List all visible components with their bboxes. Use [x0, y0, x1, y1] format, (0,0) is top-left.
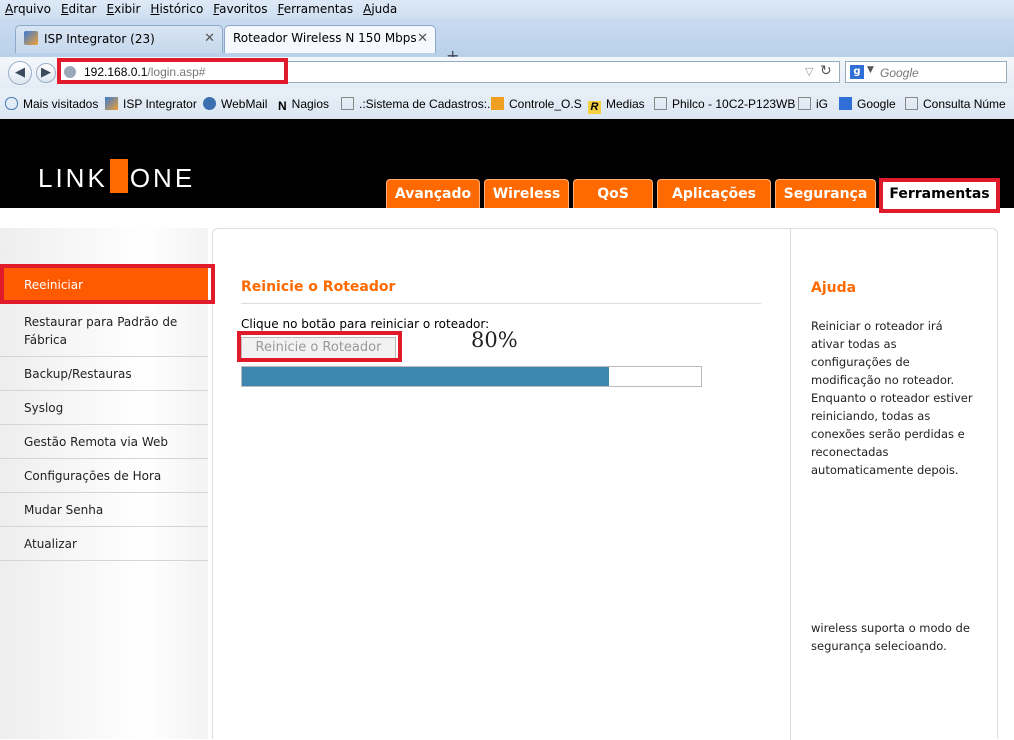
reboot-button[interactable]: Reinicie o Roteador [241, 337, 396, 359]
close-tab-icon[interactable]: ✕ [417, 31, 428, 46]
menu-favoritos[interactable]: Favoritos [208, 0, 272, 16]
tab-wireless[interactable]: Wireless [484, 179, 569, 208]
bookmark-label: ISP Integrator [123, 97, 197, 111]
progress-percent: 80% [471, 328, 518, 352]
progress-bar [241, 366, 702, 387]
sidebar: Reeiniciar Restaurar para Padrão de Fábr… [0, 228, 208, 739]
medias-icon: R [588, 101, 601, 114]
bookmark-webmail[interactable]: WebMail [203, 97, 267, 111]
menu-ferramentas[interactable]: Ferramentas [272, 0, 358, 16]
bookmark-google[interactable]: Google [839, 97, 896, 111]
help-text-tail: wireless suporta o modo de segurança sel… [811, 621, 970, 653]
engine-dropdown-icon[interactable]: ▼ [867, 65, 874, 75]
tab-avancado[interactable]: Avançado [386, 179, 480, 208]
globe-icon [64, 66, 76, 78]
reload-icon[interactable]: ↻ [820, 63, 832, 79]
sidebar-item-backup[interactable]: Backup/Restauras [0, 357, 208, 391]
back-button[interactable]: ◀ [8, 61, 32, 85]
url-host: 192.168.0.1 [84, 65, 148, 79]
sidebar-item-mudar-senha[interactable]: Mudar Senha [0, 493, 208, 527]
bookmark-controle-os[interactable]: Controle_O.S [491, 97, 582, 111]
tab-seguranca[interactable]: Segurança [775, 179, 876, 208]
sidebar-item-reiniciar[interactable]: Reeiniciar [0, 266, 208, 304]
bookmarks-bar: Mais visitados ISP Integrator WebMail NN… [0, 89, 1014, 119]
bookmark-label: Google [857, 97, 896, 111]
url-path: /login.asp# [147, 65, 206, 79]
page-icon [905, 97, 918, 110]
progress-fill [242, 367, 609, 386]
menu-bar: Arquivo Editar Exibir Histórico Favoritos Fer… [0, 0, 1014, 19]
search-placeholder: Google [880, 66, 919, 80]
router-header: LINK ONE Avançado Wireless QoS Aplicações… [0, 119, 1014, 208]
bookmarks-icon [5, 97, 18, 110]
help-divider [790, 229, 791, 740]
bookmark-label: iG [816, 97, 828, 111]
tab-label: Roteador Wireless N 150 Mbps [233, 31, 417, 45]
navigation-bar: ◀ ▶ 192.168.0.1/login.asp# ▽ ↻ g ▼ Googl… [0, 57, 1014, 89]
help-title: Ajuda [811, 280, 857, 296]
webmail-icon [203, 97, 216, 110]
bookmark-consulta[interactable]: Consulta Núme [905, 97, 1006, 111]
tab-ferramentas[interactable]: Ferramentas [880, 179, 999, 208]
bookmark-isp-integrator[interactable]: ISP Integrator [105, 97, 197, 111]
sidebar-item-syslog[interactable]: Syslog [0, 391, 208, 425]
controle-icon [491, 97, 504, 110]
search-box[interactable]: g ▼ Google [845, 61, 1007, 83]
page-icon [654, 97, 667, 110]
bookmark-nagios[interactable]: N Nagios [278, 97, 330, 113]
linkone-logo: LINK ONE [38, 159, 195, 194]
menu-editar[interactable]: Editar [56, 0, 102, 16]
bookmark-label: Medias [606, 97, 645, 111]
reboot-instruction: Clique no botão para reiniciar o roteado… [241, 317, 490, 331]
sidebar-item-gestao-remota[interactable]: Gestão Remota via Web [0, 425, 208, 459]
section-title: Reinicie o Roteador [241, 279, 396, 295]
bookmark-label: Nagios [291, 97, 330, 111]
bookmark-label: Philco - 10C2-P123WB [672, 97, 796, 111]
page-icon [341, 97, 354, 110]
logo-one-mark [109, 159, 128, 193]
content-panel: Reinicie o Roteador Clique no botão para… [212, 228, 998, 740]
isp-favicon-icon [24, 31, 38, 45]
bookmark-medias[interactable]: R Medias [588, 97, 645, 114]
tab-label: ISP Integrator (23) [44, 32, 155, 46]
title-divider [241, 303, 761, 304]
bookmark-label: Mais visitados [23, 97, 99, 111]
bookmark-label: Consulta Núme [923, 97, 1006, 111]
bookmark-mais-visitados[interactable]: Mais visitados [5, 97, 98, 111]
dropdown-arrow-icon[interactable]: ▽ [805, 65, 813, 78]
close-tab-icon[interactable]: ✕ [204, 31, 215, 46]
bookmark-philco[interactable]: Philco - 10C2-P123WB [654, 97, 795, 111]
bookmark-label: Controle_O.S [509, 97, 582, 111]
sidebar-item-restaurar[interactable]: Restaurar para Padrão de Fábrica [0, 305, 208, 357]
page-icon [798, 97, 811, 110]
menu-exibir[interactable]: Exibir [102, 0, 146, 16]
menu-arquivo[interactable]: Arquivo [0, 0, 56, 16]
menu-historico[interactable]: Histórico [145, 0, 208, 16]
tab-bar: ISP Integrator (23) ✕ Roteador Wireless … [0, 19, 1014, 65]
sidebar-item-configuracoes-hora[interactable]: Configurações de Hora [0, 459, 208, 493]
sidebar-item-atualizar[interactable]: Atualizar [0, 527, 208, 561]
logo-text-left: LINK [38, 163, 108, 193]
bookmark-label: .:Sistema de Cadastros:. [359, 97, 491, 111]
logo-text-right: ONE [129, 163, 196, 193]
bookmark-sistema-cadastros[interactable]: .:Sistema de Cadastros:. [341, 97, 490, 111]
url-text: 192.168.0.1/login.asp# [84, 65, 205, 79]
tab-aplicacoes[interactable]: Aplicações [657, 179, 771, 208]
help-text: Reiniciar o roteador irá ativar todas as… [811, 319, 973, 477]
tab-isp-integrator[interactable]: ISP Integrator (23) ✕ [15, 25, 223, 53]
bookmark-label: WebMail [221, 97, 268, 111]
url-bar[interactable]: 192.168.0.1/login.asp# ▽ ↻ [57, 61, 840, 83]
bookmark-ig[interactable]: iG [798, 97, 828, 111]
forward-button[interactable]: ▶ [36, 63, 56, 83]
google-icon [839, 97, 852, 110]
google-icon: g [850, 65, 864, 79]
isp-icon [105, 97, 118, 110]
tab-router[interactable]: Roteador Wireless N 150 Mbps ✕ [224, 25, 436, 53]
menu-ajuda[interactable]: Ajuda [358, 0, 402, 16]
nagios-icon: N [278, 99, 287, 113]
tab-qos[interactable]: QoS [573, 179, 653, 208]
